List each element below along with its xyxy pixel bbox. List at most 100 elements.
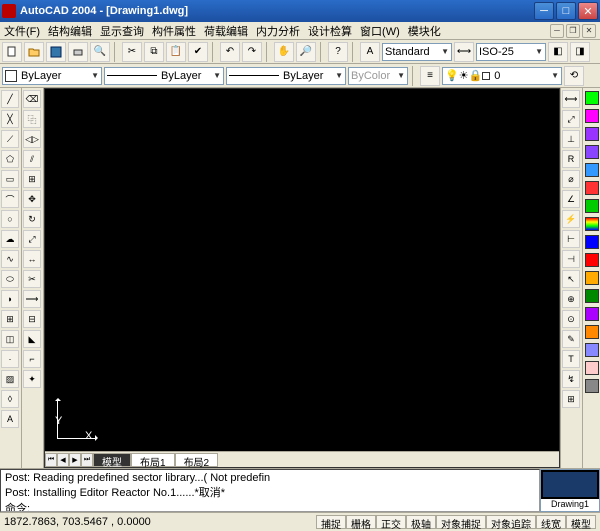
- color-lightblue[interactable]: [585, 343, 599, 357]
- tolerance-tool[interactable]: ⊕: [562, 290, 580, 308]
- plotstyle-dropdown[interactable]: ByColor ▼: [348, 67, 408, 85]
- color-red2[interactable]: [585, 253, 599, 267]
- leader-tool[interactable]: ↖: [562, 270, 580, 288]
- menu-design[interactable]: 设计检算: [308, 23, 352, 39]
- xline-tool[interactable]: ╳: [1, 110, 19, 128]
- extend-tool[interactable]: ⟶: [23, 290, 41, 308]
- offset-tool[interactable]: ⫽: [23, 150, 41, 168]
- copy-tool[interactable]: ⿻: [23, 110, 41, 128]
- trim-tool[interactable]: ✂: [23, 270, 41, 288]
- arc-tool[interactable]: ⌒: [1, 190, 19, 208]
- revcloud-tool[interactable]: ☁: [1, 230, 19, 248]
- command-window[interactable]: Post: Reading predefined sector library.…: [0, 469, 540, 512]
- tab-prev-button[interactable]: ◀: [57, 453, 69, 467]
- paste-button[interactable]: 📋: [166, 42, 186, 62]
- rectangle-tool[interactable]: ▭: [1, 170, 19, 188]
- tab-next-button[interactable]: ▶: [69, 453, 81, 467]
- circle-tool[interactable]: ○: [1, 210, 19, 228]
- copy-button[interactable]: ⧉: [144, 42, 164, 62]
- spline-tool[interactable]: ∿: [1, 250, 19, 268]
- menu-member[interactable]: 构件属性: [152, 23, 196, 39]
- tab-layout1[interactable]: 布局1: [131, 453, 175, 467]
- tab-layout2[interactable]: 布局2: [175, 453, 219, 467]
- color-red[interactable]: [585, 181, 599, 195]
- dimstyle-dropdown[interactable]: ISO-25 ▼: [476, 43, 546, 61]
- open-button[interactable]: [24, 42, 44, 62]
- color-green[interactable]: [585, 91, 599, 105]
- help-button[interactable]: ?: [328, 42, 348, 62]
- lineweight-dropdown[interactable]: ByLayer ▼: [226, 67, 346, 85]
- ellipsearc-tool[interactable]: ◗: [1, 290, 19, 308]
- color-blue[interactable]: [585, 163, 599, 177]
- text-tool[interactable]: A: [1, 410, 19, 428]
- match-button[interactable]: ✔: [188, 42, 208, 62]
- dim-angular-tool[interactable]: ∠: [562, 190, 580, 208]
- osnap-toggle[interactable]: 对象捕捉: [436, 515, 486, 529]
- rotate-tool[interactable]: ↻: [23, 210, 41, 228]
- new-button[interactable]: [2, 42, 22, 62]
- print-button[interactable]: [68, 42, 88, 62]
- insert-tool[interactable]: ⊞: [1, 310, 19, 328]
- pan-button[interactable]: ✋: [274, 42, 294, 62]
- color-magenta[interactable]: [585, 109, 599, 123]
- dim-tedit-tool[interactable]: T: [562, 350, 580, 368]
- dim-continue-tool[interactable]: ⊣: [562, 250, 580, 268]
- chamfer-tool[interactable]: ◣: [23, 330, 41, 348]
- menu-module[interactable]: 模块化: [408, 23, 441, 39]
- maximize-button[interactable]: □: [556, 2, 576, 20]
- tab-model[interactable]: 模型: [93, 453, 131, 467]
- line-tool[interactable]: ╱: [1, 90, 19, 108]
- color-orange2[interactable]: [585, 325, 599, 339]
- polyline-tool[interactable]: ⟋: [1, 130, 19, 148]
- color-gray[interactable]: [585, 379, 599, 393]
- menu-file[interactable]: 文件(F): [4, 23, 40, 39]
- layer-dropdown[interactable]: 💡 ☀ 🔒 0 ▼: [442, 67, 562, 85]
- model-toggle[interactable]: 模型: [566, 515, 596, 529]
- menu-struct[interactable]: 结构编辑: [48, 23, 92, 39]
- color-orange[interactable]: [585, 271, 599, 285]
- tool-a-button[interactable]: ◧: [548, 42, 568, 62]
- block-tool[interactable]: ◫: [1, 330, 19, 348]
- color-blue2[interactable]: [585, 235, 599, 249]
- dim-radius-tool[interactable]: R: [562, 150, 580, 168]
- dim-quick-tool[interactable]: ⚡: [562, 210, 580, 228]
- menu-load[interactable]: 荷载编辑: [204, 23, 248, 39]
- preview-button[interactable]: 🔍: [90, 42, 110, 62]
- minimize-button[interactable]: ─: [534, 2, 554, 20]
- undo-button[interactable]: ↶: [220, 42, 240, 62]
- fillet-tool[interactable]: ⌐: [23, 350, 41, 368]
- doc-restore-button[interactable]: ❐: [566, 24, 580, 38]
- menu-internal[interactable]: 内力分析: [256, 23, 300, 39]
- color-dropdown[interactable]: ByLayer ▼: [2, 67, 102, 85]
- stretch-tool[interactable]: ↔: [23, 250, 41, 268]
- color-green2[interactable]: [585, 199, 599, 213]
- preview-thumbnail[interactable]: [543, 472, 597, 497]
- region-tool[interactable]: ◊: [1, 390, 19, 408]
- redo-button[interactable]: ↷: [242, 42, 262, 62]
- grid-toggle[interactable]: 栅格: [346, 515, 376, 529]
- cut-button[interactable]: ✂: [122, 42, 142, 62]
- ellipse-tool[interactable]: ⬭: [1, 270, 19, 288]
- color-purple2[interactable]: [585, 307, 599, 321]
- lwt-toggle[interactable]: 线宽: [536, 515, 566, 529]
- dim-style-tool[interactable]: ⊞: [562, 390, 580, 408]
- dim-edit-tool[interactable]: ✎: [562, 330, 580, 348]
- explode-tool[interactable]: ✦: [23, 370, 41, 388]
- ortho-toggle[interactable]: 正交: [376, 515, 406, 529]
- layer-prev-button[interactable]: ⟲: [564, 66, 584, 86]
- break-tool[interactable]: ⊟: [23, 310, 41, 328]
- textstyle-icon[interactable]: A: [360, 42, 380, 62]
- scale-tool[interactable]: ⤢: [23, 230, 41, 248]
- linetype-dropdown[interactable]: ByLayer ▼: [104, 67, 224, 85]
- dim-aligned-tool[interactable]: ⤢: [562, 110, 580, 128]
- zoom-button[interactable]: 🔎: [296, 42, 316, 62]
- dim-ordinate-tool[interactable]: ⊥: [562, 130, 580, 148]
- tool-b-button[interactable]: ◨: [570, 42, 590, 62]
- tab-first-button[interactable]: ⏮: [45, 453, 57, 467]
- dim-baseline-tool[interactable]: ⊢: [562, 230, 580, 248]
- color-rainbow[interactable]: [585, 217, 599, 231]
- color-violet[interactable]: [585, 145, 599, 159]
- polygon-tool[interactable]: ⬠: [1, 150, 19, 168]
- erase-tool[interactable]: ⌫: [23, 90, 41, 108]
- move-tool[interactable]: ✥: [23, 190, 41, 208]
